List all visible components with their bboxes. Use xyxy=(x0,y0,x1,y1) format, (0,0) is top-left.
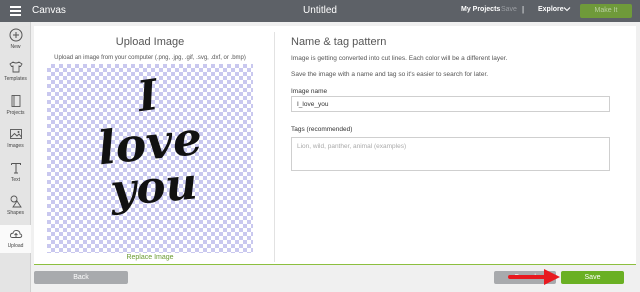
make-it-button[interactable]: Make It xyxy=(580,4,632,18)
save-link-disabled[interactable]: Save xyxy=(501,6,517,13)
sidebar-item-shapes[interactable]: Shapes xyxy=(0,194,31,216)
tags-input[interactable] xyxy=(291,137,610,171)
preview-text-line: you xyxy=(107,158,199,216)
annotation-arrow-icon xyxy=(508,269,560,285)
save-button[interactable]: Save xyxy=(561,271,624,284)
top-bar: Canvas Untitled My Projects Save | Explo… xyxy=(0,0,640,22)
sidebar-item-label: Text xyxy=(10,177,21,183)
shirt-icon xyxy=(8,61,23,73)
preview-text-line: I xyxy=(134,70,163,122)
image-preview-artwork: I love you xyxy=(95,70,204,217)
my-projects-link[interactable]: My Projects xyxy=(461,6,500,13)
upload-instructions: Upload an image from your computer (.png… xyxy=(54,55,246,61)
sidebar-item-projects[interactable]: Projects xyxy=(0,94,31,116)
name-tag-title: Name & tag pattern xyxy=(291,36,387,48)
footer-divider xyxy=(34,264,636,265)
image-name-input[interactable] xyxy=(291,96,610,112)
sidebar-item-label: Shapes xyxy=(7,210,24,216)
upload-title: Upload Image xyxy=(115,36,185,48)
chevron-down-icon[interactable] xyxy=(563,5,571,15)
image-icon xyxy=(9,129,22,139)
image-preview: I love you xyxy=(47,64,253,253)
left-sidebar: New Templates Projects Images Text Shape… xyxy=(0,22,31,292)
plus-circle-icon xyxy=(9,28,22,42)
sidebar-item-label: Templates xyxy=(4,76,27,82)
cloud-upload-icon xyxy=(9,229,22,238)
topbar-separator: | xyxy=(522,5,525,14)
conversion-description: Image is getting converted into cut line… xyxy=(291,55,508,62)
sidebar-item-templates[interactable]: Templates xyxy=(0,60,31,82)
explore-menu[interactable]: Explore xyxy=(538,6,564,13)
sidebar-item-label: Images xyxy=(7,143,24,149)
sidebar-item-label: Upload xyxy=(7,243,24,249)
sidebar-item-new[interactable]: New xyxy=(0,28,31,50)
back-button[interactable]: Back xyxy=(34,271,128,284)
column-divider xyxy=(274,32,275,262)
book-icon xyxy=(11,95,20,107)
tags-label: Tags (recommended) xyxy=(291,126,353,133)
replace-image-link[interactable]: Replace Image xyxy=(34,254,266,261)
shapes-icon xyxy=(10,195,22,208)
sidebar-item-label: New xyxy=(10,44,21,50)
sidebar-item-label: Projects xyxy=(6,110,25,116)
sidebar-item-upload[interactable]: Upload xyxy=(0,225,31,253)
sidebar-item-text[interactable]: Text xyxy=(0,161,31,183)
save-description: Save the image with a name and tag so it… xyxy=(291,71,489,78)
image-name-label: Image name xyxy=(291,88,328,95)
text-icon xyxy=(10,163,21,174)
sidebar-item-images[interactable]: Images xyxy=(0,127,31,149)
